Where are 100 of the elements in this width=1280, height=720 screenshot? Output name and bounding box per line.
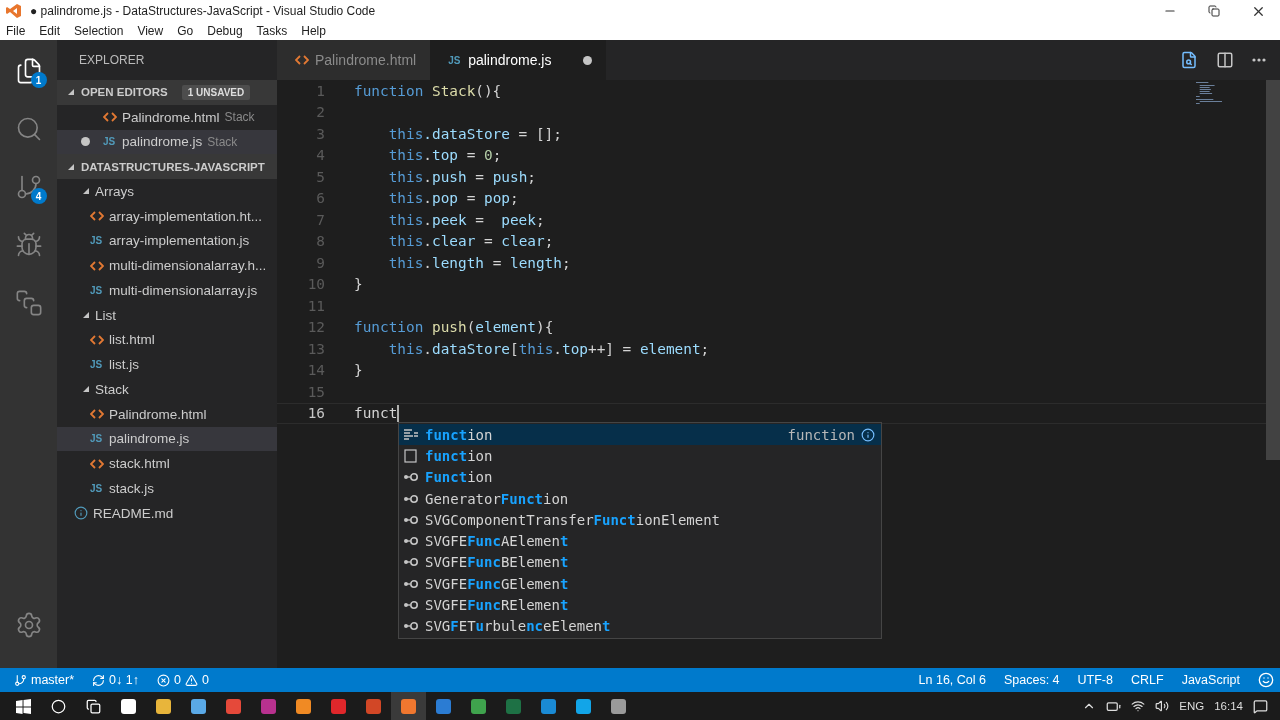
open-editor-item[interactable]: Palindrome.html Stack [57,104,277,130]
problems-status[interactable]: 0 0 [156,673,209,687]
tree-item[interactable]: README.md [57,500,277,526]
tree-item[interactable]: stack.html [57,451,277,476]
feedback-button[interactable] [1258,672,1274,688]
angle-brackets-icon [90,211,104,222]
split-icon [1216,51,1234,69]
line-number: 7 [315,211,325,228]
js-file-icon: JS [90,284,104,296]
suggestion-item[interactable]: SVGFEFuncBElement [399,551,881,574]
expanded-triangle-icon[interactable] [82,385,90,394]
sidebar-title: EXPLORER [78,52,146,69]
suggestion-item[interactable]: SVGComponentTransferFunctionElement [399,509,881,531]
open-editor-item[interactable]: JS palindrome.js Stack [57,129,277,155]
tree-folder[interactable]: List [57,302,277,328]
tree-item[interactable]: JS array-implementation.js [57,228,277,254]
line-number: 16 [306,405,325,422]
js-file-icon: JS [90,359,104,371]
sync-status[interactable]: 0↓ 1↑ [92,673,139,687]
js-file-icon: JS [103,136,117,148]
class-icon [403,514,419,525]
scrollbar-thumb[interactable] [1266,80,1280,460]
tree-item[interactable]: JS multi-dimensionalarray.js [57,278,277,303]
file-search-icon [1180,51,1198,69]
code-line: function push(element){ [354,319,554,336]
wifi-icon[interactable] [1131,699,1146,713]
class-icon [403,557,419,568]
code-line: this.dataStore = []; [387,125,562,142]
class-icon [403,621,419,632]
code-line: } [354,362,363,379]
info-icon [74,506,88,521]
expanded-triangle-icon[interactable] [67,88,75,97]
line-ending-status[interactable]: CRLF [1131,673,1164,687]
menu-item[interactable]: File [6,24,26,38]
section-header[interactable]: DATASTRUCTURES-JAVASCRIPT [57,154,277,179]
suggestion-item[interactable]: SVGFETu rbulenceElement [399,615,881,637]
suggestion-item[interactable]: SVGFEFuncGElement [399,573,881,595]
activity-button[interactable]: 4 [4,164,53,210]
tree-folder[interactable]: Arrays [57,179,277,204]
tree-item[interactable]: multi-dimensionalarray.h... [57,253,277,278]
tree-item[interactable]: JS list.js [57,352,277,377]
angle-brackets-icon [295,55,309,65]
js-file-icon: JS [90,433,104,445]
editor-tab[interactable]: JS palindrome.js [430,40,607,80]
count-badge: 4 [30,188,47,204]
tree-item[interactable]: JS stack.js [57,476,277,501]
expanded-triangle-icon[interactable] [82,311,90,320]
language-status[interactable]: JavaScript [1181,673,1240,687]
bug-icon [14,231,43,259]
suggestion-item[interactable]: function [399,445,881,467]
app-logo-icon [6,3,22,19]
notifications-icon[interactable] [1253,698,1268,714]
info-icon[interactable] [861,427,875,442]
angle-brackets-icon [90,260,104,271]
code-line: this.top = 0; [387,147,502,164]
editor-tab[interactable]: Palindrome.html [277,40,431,80]
menu-item[interactable]: Edit [39,24,61,38]
js-file-icon: JS [90,482,104,494]
volume-icon[interactable] [1155,699,1170,713]
tree-item[interactable]: array-implementation.ht... [57,203,277,229]
input-language[interactable]: ENG [1179,700,1205,712]
tree-item[interactable]: list.html [57,327,277,353]
tree-item[interactable]: Palindrome.html [57,401,277,427]
encoding-status[interactable]: UTF-8 [1077,673,1113,687]
tree-item[interactable]: JS palindrome.js [57,426,277,452]
code-line: this.peek = peek; [387,211,545,228]
menu-item[interactable]: Debug [207,24,243,38]
class-icon [403,493,419,504]
tree-folder[interactable]: Stack [57,377,277,402]
count-badge: 1 [30,72,47,88]
line-number: 1 [315,82,325,99]
more-icon [1252,58,1266,62]
indentation-status[interactable]: Spaces: 4 [1003,673,1060,687]
suggestion-item[interactable]: SVGFEFuncAElement [399,530,881,552]
line-number: 4 [315,147,325,164]
suggestion-item[interactable]: GeneratorFunction [399,487,881,510]
line-number: 9 [315,254,325,271]
expanded-triangle-icon[interactable] [82,187,90,196]
branch-status[interactable]: master* [14,673,75,687]
cursor-position[interactable]: Ln 16, Col 6 [918,673,986,687]
angle-brackets-icon [103,112,117,123]
suggestion-item[interactable]: Function [399,466,881,488]
line-number: 8 [315,233,325,250]
code-line: funct [354,404,400,422]
menu-item[interactable]: Go [177,24,194,38]
code-line: this.length = length; [387,254,571,271]
menu-item[interactable]: Tasks [256,24,288,38]
suggestion-item[interactable]: SVGFEFuncRElement [399,594,881,616]
error-icon [156,673,170,687]
snippet-icon [403,428,419,441]
angle-brackets-icon [90,458,104,469]
menu-item[interactable]: Help [301,24,326,38]
menu-item[interactable]: Selection [74,24,124,38]
activity-button[interactable]: 1 [4,48,53,94]
menu-item[interactable]: View [137,24,164,38]
clock[interactable]: 16:14 [1214,700,1243,712]
code-line: } [354,276,363,293]
section-header[interactable]: OPEN EDITORS 1 UNSAVED [57,80,277,105]
expanded-triangle-icon[interactable] [67,162,75,171]
suggestion-item[interactable]: function function [399,424,881,446]
